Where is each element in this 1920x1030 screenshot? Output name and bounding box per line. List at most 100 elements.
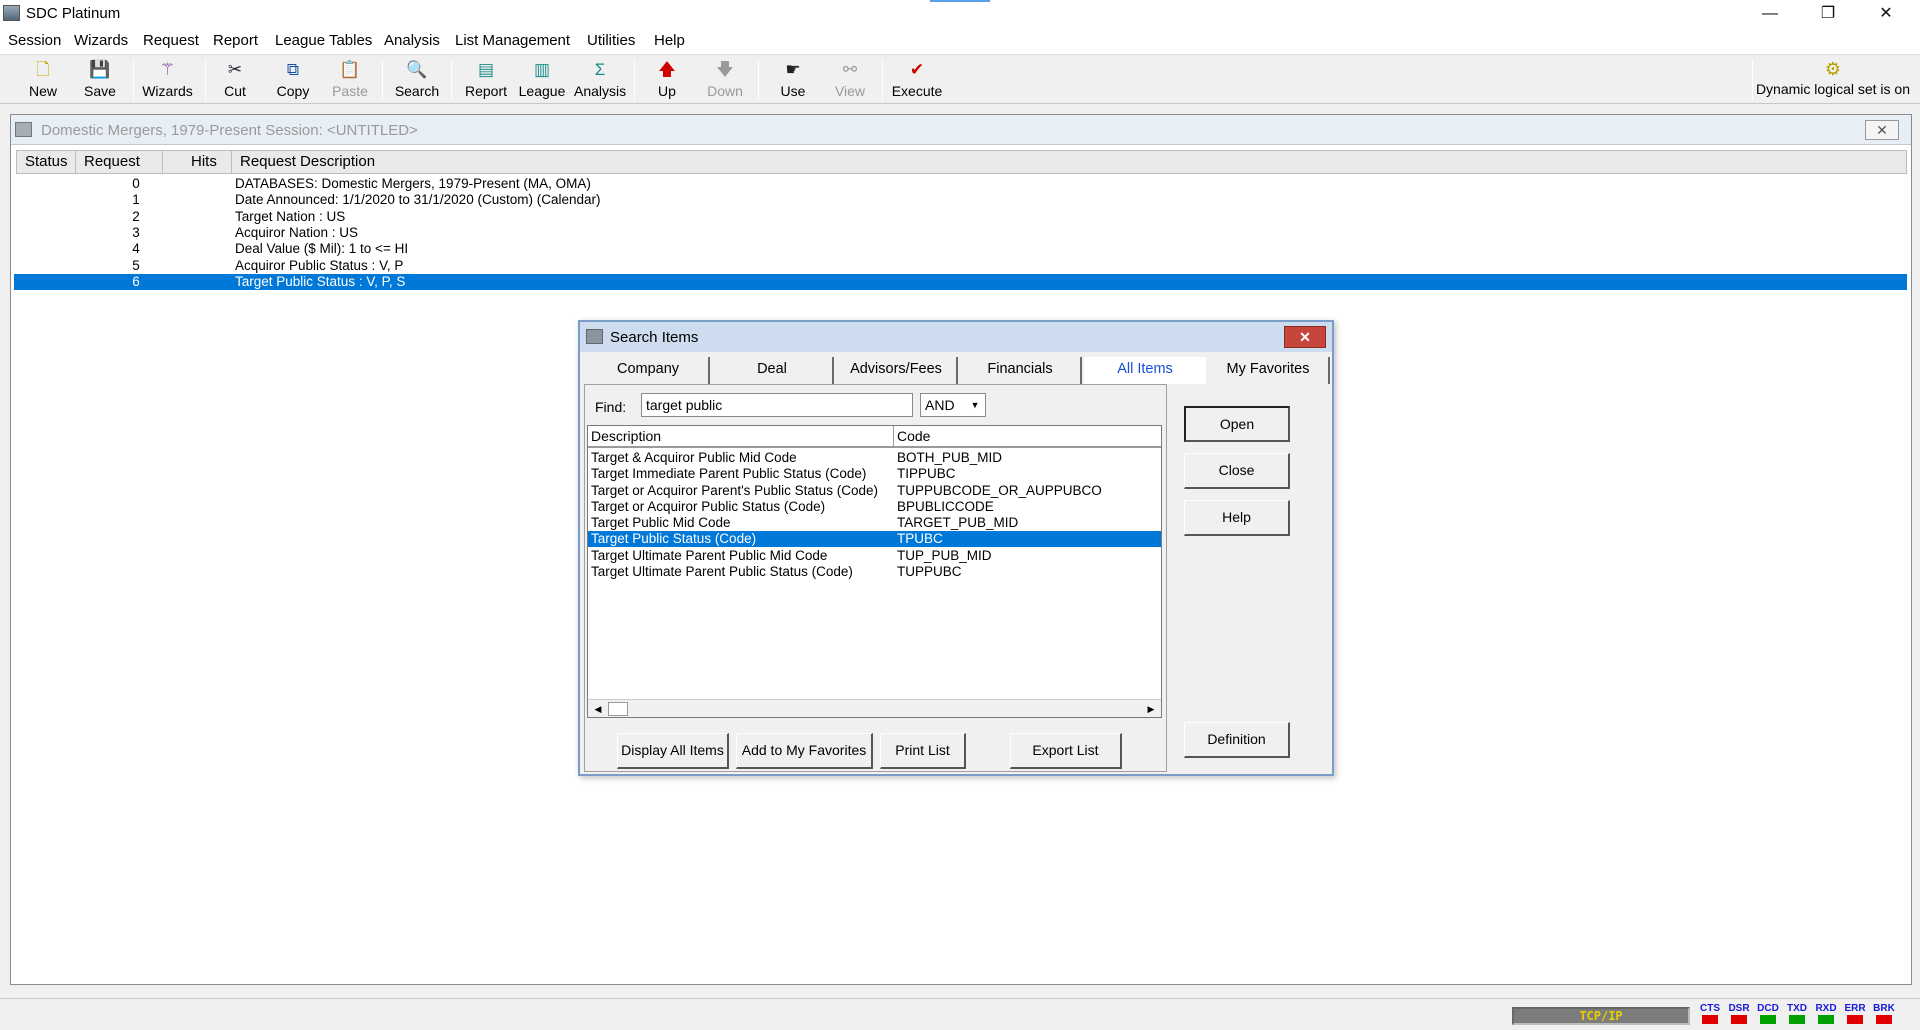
execute-button[interactable]: ✔ Execute [890, 59, 944, 101]
use-button[interactable]: ☛ Use [776, 59, 810, 101]
horizontal-scrollbar[interactable]: ◀ ▶ [588, 699, 1161, 717]
binoculars-icon: ⚯ [842, 60, 858, 79]
indicator-dcd: DCD [1755, 1003, 1781, 1024]
column-description[interactable]: Description [588, 426, 894, 448]
request-row[interactable]: 5 Acquiror Public Status : V, P [14, 258, 1907, 274]
scroll-left-icon[interactable]: ◀ [590, 701, 606, 717]
definition-button[interactable]: Definition [1184, 722, 1290, 758]
column-request[interactable]: Request [75, 150, 163, 174]
list-item[interactable]: Target & Acquiror Public Mid Code BOTH_P… [588, 450, 1161, 466]
dialog-title-bar: Search Items ✕ [580, 322, 1332, 352]
open-button[interactable]: Open [1184, 406, 1290, 442]
app-title: SDC Platinum [26, 5, 121, 22]
request-row-selected[interactable]: 6 Target Public Status : V, P, S [14, 274, 1907, 290]
indicator-brk: BRK [1871, 1003, 1897, 1024]
indicator-light [1789, 1015, 1805, 1024]
request-row[interactable]: 1 Date Announced: 1/1/2020 to 31/1/2020 … [14, 192, 1907, 208]
close-window-button[interactable]: ✕ [1858, 0, 1914, 28]
list-item[interactable]: Target Ultimate Parent Public Mid Code T… [588, 548, 1161, 564]
indicator-dsr: DSR [1726, 1003, 1752, 1024]
sigma-icon: Σ [594, 60, 606, 79]
toolbar-separator [451, 60, 452, 100]
menu-wizards[interactable]: Wizards [74, 32, 128, 49]
up-button[interactable]: 🡅 Up [652, 59, 682, 101]
dynamic-logical-set-indicator[interactable]: ⚙ Dynamic logical set is on [1756, 59, 1910, 97]
menu-list-management[interactable]: List Management [455, 32, 570, 49]
dialog-close-button[interactable]: ✕ [1284, 326, 1326, 348]
list-item-selected[interactable]: Target Public Status (Code) TPUBC [588, 531, 1161, 547]
scroll-right-icon[interactable]: ▶ [1143, 701, 1159, 717]
toolbar-separator [133, 60, 134, 100]
paste-button[interactable]: 📋 Paste [330, 59, 370, 101]
tab-deal[interactable]: Deal [712, 357, 834, 384]
list-item[interactable]: Target Public Mid Code TARGET_PUB_MID [588, 515, 1161, 531]
tab-advisors-fees[interactable]: Advisors/Fees [836, 357, 958, 384]
indicator-txd: TXD [1784, 1003, 1810, 1024]
cut-button[interactable]: ✂ Cut [220, 59, 250, 101]
indicator-light [1760, 1015, 1776, 1024]
column-code[interactable]: Code [894, 426, 1161, 448]
save-icon: 💾 [89, 60, 111, 79]
close-button[interactable]: Close [1184, 453, 1290, 489]
menu-report[interactable]: Report [213, 32, 258, 49]
view-button[interactable]: ⚯ View [832, 59, 868, 101]
indicator-rxd: RXD [1813, 1003, 1839, 1024]
title-bar: SDC Platinum — ❐ ✕ [0, 0, 1920, 28]
request-row[interactable]: 4 Deal Value ($ Mil): 1 to <= HI [14, 241, 1907, 257]
display-all-items-button[interactable]: Display All Items [617, 733, 729, 769]
down-button[interactable]: 🡇 Down [705, 59, 745, 101]
list-item[interactable]: Target Immediate Parent Public Status (C… [588, 466, 1161, 482]
request-row[interactable]: 3 Acquiror Nation : US [14, 225, 1907, 241]
toolbar-separator [882, 60, 883, 100]
find-input[interactable] [641, 393, 913, 417]
save-button[interactable]: 💾 Save [80, 59, 120, 101]
list-item[interactable]: Target or Acquiror Parent's Public Statu… [588, 483, 1161, 499]
menu-help[interactable]: Help [654, 32, 685, 49]
tab-company[interactable]: Company [588, 357, 710, 384]
dialog-title: Search Items [610, 329, 699, 346]
search-results-list[interactable]: Description Code Target & Acquiror Publi… [587, 425, 1162, 718]
column-status[interactable]: Status [16, 150, 76, 174]
menu-request[interactable]: Request [143, 32, 199, 49]
search-panel: Find: AND ▼ Description Code Target & Ac… [584, 384, 1167, 772]
copy-icon: ⧉ [286, 60, 300, 79]
indicator-light [1847, 1015, 1863, 1024]
menu-session[interactable]: Session [8, 32, 61, 49]
operator-select[interactable]: AND ▼ [920, 393, 986, 417]
session-close-button[interactable]: ✕ [1865, 120, 1899, 140]
dialog-icon [586, 329, 603, 344]
restore-button[interactable]: ❐ [1800, 0, 1856, 28]
column-request-description[interactable]: Request Description [231, 150, 1907, 174]
analysis-button[interactable]: Σ Analysis [574, 59, 626, 101]
indicator-err: ERR [1842, 1003, 1868, 1024]
column-hits[interactable]: Hits [162, 150, 232, 174]
tab-all-items[interactable]: All Items [1084, 357, 1206, 384]
copy-button[interactable]: ⧉ Copy [274, 59, 312, 101]
tab-financials[interactable]: Financials [960, 357, 1082, 384]
add-to-favorites-button[interactable]: Add to My Favorites [736, 733, 873, 769]
list-item[interactable]: Target or Acquiror Public Status (Code) … [588, 499, 1161, 515]
request-row[interactable]: 2 Target Nation : US [14, 209, 1907, 225]
wizards-button[interactable]: ⚚ Wizards [140, 59, 195, 101]
menu-utilities[interactable]: Utilities [587, 32, 635, 49]
help-button[interactable]: Help [1184, 500, 1290, 536]
report-button[interactable]: ▤ Report [463, 59, 509, 101]
new-button[interactable]: 🗋 New [24, 59, 62, 101]
paste-icon: 📋 [339, 60, 361, 79]
menu-league-tables[interactable]: League Tables [275, 32, 372, 49]
minimize-button[interactable]: — [1742, 0, 1798, 28]
toolbar-separator [1752, 60, 1753, 100]
chevron-down-icon: ▼ [970, 400, 980, 410]
list-item[interactable]: Target Ultimate Parent Public Status (Co… [588, 564, 1161, 580]
search-button[interactable]: 🔍 Search [393, 59, 441, 101]
request-row[interactable]: 0 DATABASES: Domestic Mergers, 1979-Pres… [14, 176, 1907, 192]
find-label: Find: [595, 399, 627, 415]
connection-status: TCP/IP [1512, 1007, 1690, 1025]
league-button[interactable]: ▥ League [518, 59, 566, 101]
print-list-button[interactable]: Print List [880, 733, 966, 769]
toolbar-separator [634, 60, 635, 100]
tab-my-favorites[interactable]: My Favorites [1208, 357, 1330, 384]
scroll-thumb[interactable] [608, 702, 628, 716]
export-list-button[interactable]: Export List [1010, 733, 1122, 769]
menu-analysis[interactable]: Analysis [384, 32, 440, 49]
